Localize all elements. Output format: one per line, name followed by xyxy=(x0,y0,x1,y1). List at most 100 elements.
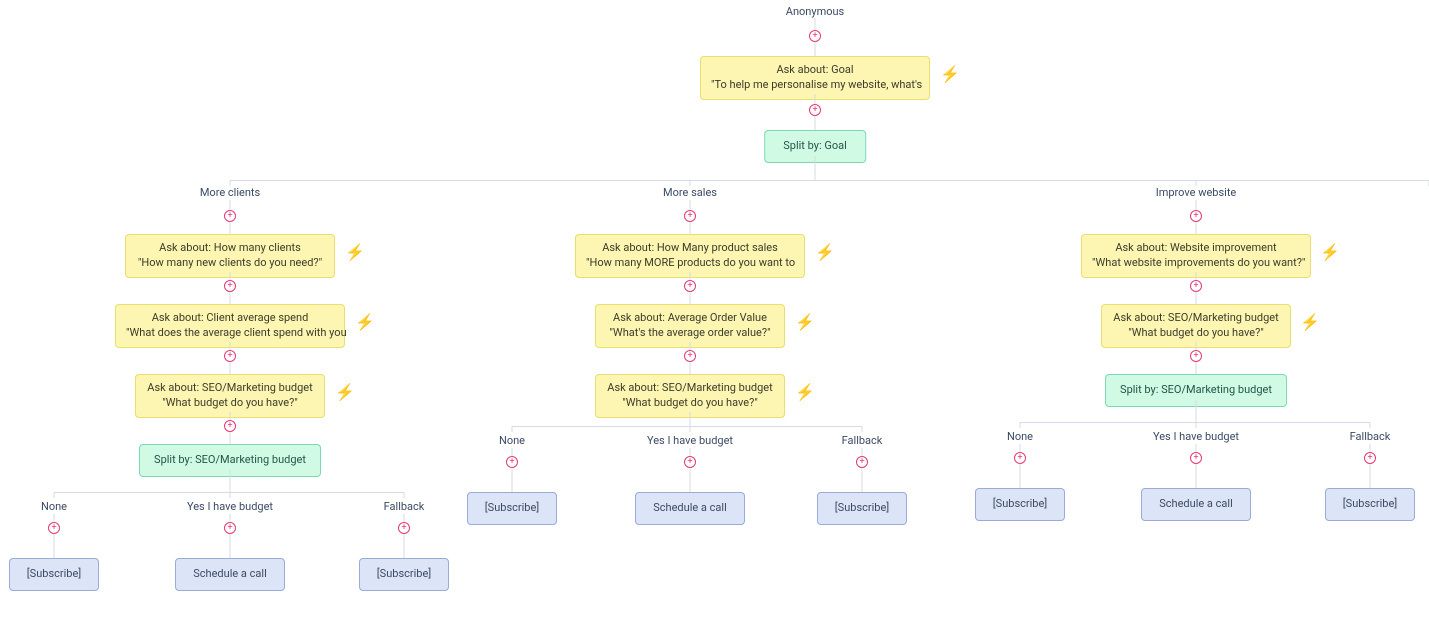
plus-icon[interactable]: + xyxy=(1190,210,1202,222)
connector xyxy=(862,468,863,492)
connector xyxy=(1196,342,1197,350)
plus-icon[interactable]: + xyxy=(1364,452,1376,464)
bolt-icon: ⚡ xyxy=(940,65,960,84)
connector xyxy=(690,222,691,234)
branch-label-improve-website: Improve website xyxy=(1156,186,1237,199)
ask-line1: Ask about: Client average spend xyxy=(126,311,334,326)
ask-line1: Ask about: Average Order Value xyxy=(606,311,774,326)
terminal-subscribe-1b[interactable]: [Subscribe] xyxy=(359,558,449,591)
connector xyxy=(1020,464,1021,488)
connector xyxy=(1196,422,1197,428)
ask-line1: Ask about: How many clients xyxy=(136,241,324,256)
connector xyxy=(512,426,513,432)
terminal-label-none-3: None xyxy=(1007,430,1033,443)
ask-goal-line2: "To help me personalise my website, what… xyxy=(711,78,919,93)
plus-icon[interactable]: + xyxy=(506,456,518,468)
plus-icon[interactable]: + xyxy=(224,210,236,222)
plus-icon[interactable]: + xyxy=(684,210,696,222)
plus-icon[interactable]: + xyxy=(1190,280,1202,292)
terminal-label-none-2: None xyxy=(499,434,525,447)
connector xyxy=(230,342,231,350)
plus-icon[interactable]: + xyxy=(224,350,236,362)
plus-icon[interactable]: + xyxy=(224,420,236,432)
bolt-icon: ⚡ xyxy=(815,243,835,262)
plus-icon[interactable]: + xyxy=(224,280,236,292)
connector xyxy=(230,470,231,492)
connector xyxy=(690,272,691,280)
connector xyxy=(1370,422,1371,428)
terminal-schedule-1[interactable]: Schedule a call xyxy=(175,558,285,591)
plus-icon[interactable]: + xyxy=(398,522,410,534)
connector xyxy=(1196,464,1197,488)
terminal-label-fallback-2: Fallback xyxy=(842,434,883,447)
connector xyxy=(690,426,691,432)
connector xyxy=(230,200,231,210)
connector xyxy=(230,272,231,280)
ask-line1: Ask about: SEO/Marketing budget xyxy=(146,381,314,396)
connector xyxy=(690,468,691,492)
plus-icon[interactable]: + xyxy=(684,456,696,468)
plus-icon[interactable]: + xyxy=(1190,350,1202,362)
plus-icon[interactable]: + xyxy=(1190,452,1202,464)
connector xyxy=(404,534,405,558)
terminal-subscribe-1a[interactable]: [Subscribe] xyxy=(9,558,99,591)
plus-icon[interactable]: + xyxy=(684,280,696,292)
bolt-icon: ⚡ xyxy=(795,313,815,332)
plus-icon[interactable]: + xyxy=(48,522,60,534)
ask-line2: "What website improvements do you want?" xyxy=(1092,256,1300,271)
terminal-schedule-3[interactable]: Schedule a call xyxy=(1141,488,1251,521)
ask-line2: "What budget do you have?" xyxy=(606,396,774,411)
connector xyxy=(1196,222,1197,234)
plus-icon[interactable]: + xyxy=(1014,452,1026,464)
connector xyxy=(815,42,816,56)
connector xyxy=(815,156,816,180)
connector xyxy=(1196,400,1197,422)
terminal-subscribe-2a[interactable]: [Subscribe] xyxy=(467,492,557,525)
ask-line1: Ask about: SEO/Marketing budget xyxy=(1112,311,1280,326)
plus-icon[interactable]: + xyxy=(809,104,821,116)
connector xyxy=(690,362,691,374)
plus-icon[interactable]: + xyxy=(809,30,821,42)
connector xyxy=(230,534,231,558)
connector xyxy=(1196,362,1197,374)
terminal-subscribe-3a[interactable]: [Subscribe] xyxy=(975,488,1065,521)
bolt-icon: ⚡ xyxy=(345,243,365,262)
ask-line2: "How many new clients do you need?" xyxy=(136,256,324,271)
connector xyxy=(404,492,405,498)
bolt-icon: ⚡ xyxy=(355,313,375,332)
connector xyxy=(690,342,691,350)
plus-icon[interactable]: + xyxy=(684,350,696,362)
connector xyxy=(230,222,231,234)
plus-icon[interactable]: + xyxy=(224,522,236,534)
connector xyxy=(512,468,513,492)
branch-label-more-clients: More clients xyxy=(200,186,260,199)
terminal-subscribe-3b[interactable]: [Subscribe] xyxy=(1325,488,1415,521)
ask-line2: "What does the average client spend with… xyxy=(126,326,334,341)
connector xyxy=(690,200,691,210)
connector xyxy=(815,116,816,130)
terminal-schedule-2[interactable]: Schedule a call xyxy=(635,492,745,525)
connector xyxy=(1196,272,1197,280)
terminal-label-yes-1: Yes I have budget xyxy=(187,500,273,513)
connector-split xyxy=(230,180,1429,181)
plus-icon[interactable]: + xyxy=(856,456,868,468)
branch-label-more-sales: More sales xyxy=(663,186,717,199)
terminal-label-none-1: None xyxy=(41,500,67,513)
ask-line2: "What budget do you have?" xyxy=(146,396,314,411)
ask-line2: "What's the average order value?" xyxy=(606,326,774,341)
root-label: Anonymous xyxy=(786,5,844,18)
connector xyxy=(690,292,691,304)
bolt-icon: ⚡ xyxy=(335,383,355,402)
connector xyxy=(54,534,55,558)
ask-line1: Ask about: SEO/Marketing budget xyxy=(606,381,774,396)
ask-line2: "How many MORE products do you want to xyxy=(586,256,794,271)
terminal-label-fallback-3: Fallback xyxy=(1350,430,1391,443)
ask-line1: Ask about: How Many product sales xyxy=(586,241,794,256)
terminal-subscribe-2b[interactable]: [Subscribe] xyxy=(817,492,907,525)
connector xyxy=(230,362,231,374)
connector xyxy=(815,18,816,30)
ask-line2: "What budget do you have?" xyxy=(1112,326,1280,341)
connector xyxy=(1370,464,1371,488)
bolt-icon: ⚡ xyxy=(1300,313,1320,332)
connector xyxy=(230,492,231,498)
